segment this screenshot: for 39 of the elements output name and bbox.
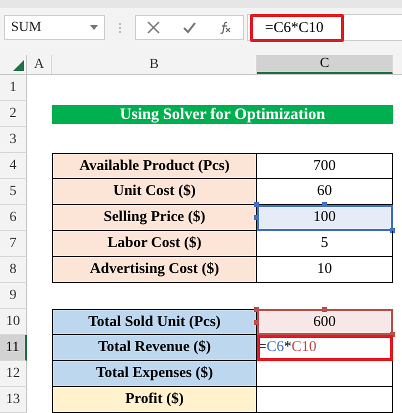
cancel-icon[interactable] xyxy=(147,21,160,34)
table-cell: Profit ($) xyxy=(52,387,257,413)
checkmark-icon[interactable] xyxy=(182,21,196,34)
dropdown-caret-icon[interactable] xyxy=(90,25,98,30)
select-all-icon[interactable] xyxy=(13,60,24,71)
row-header[interactable]: 13 xyxy=(0,387,27,413)
row-header[interactable]: 9 xyxy=(0,283,27,309)
row-header[interactable]: 12 xyxy=(0,361,27,387)
row-header[interactable]: 8 xyxy=(0,257,27,283)
insert-function-icon[interactable] xyxy=(218,21,232,34)
table-cell: Labor Cost ($) xyxy=(52,231,257,257)
table-cell: Advertising Cost ($) xyxy=(52,257,257,283)
table-cell: Total Revenue ($) xyxy=(52,335,257,361)
column-header[interactable]: C xyxy=(257,55,393,74)
table-cell: 100 xyxy=(257,205,393,231)
table-cell: 600 xyxy=(257,309,393,335)
row-header[interactable]: 2 xyxy=(0,101,27,127)
table-cell: 700 xyxy=(257,153,393,179)
name-box-value: SUM xyxy=(11,20,42,36)
table-cell: Available Product (Pcs) xyxy=(52,153,257,179)
grip-icon xyxy=(118,22,122,34)
row-header[interactable]: 1 xyxy=(0,75,27,101)
formula-field[interactable]: =C6*C10 xyxy=(250,14,344,42)
row-header[interactable]: 10 xyxy=(0,309,27,335)
table-cell: Total Sold Unit (Pcs) xyxy=(52,309,257,335)
row-header[interactable]: 5 xyxy=(0,179,27,205)
table-cell: Total Expenses ($) xyxy=(52,361,257,387)
sheet-title: Using Solver for Optimization xyxy=(52,105,393,124)
row-header[interactable]: 11 xyxy=(0,335,27,361)
row-header[interactable]: 4 xyxy=(0,153,27,179)
row-header[interactable]: 6 xyxy=(0,205,27,231)
row-header[interactable]: 3 xyxy=(0,127,27,153)
table-cell: Unit Cost ($) xyxy=(52,179,257,205)
table-cell: Selling Price ($) xyxy=(52,205,257,231)
table-cell: 5 xyxy=(257,231,393,257)
column-header[interactable]: A xyxy=(27,55,52,74)
table-cell: 10 xyxy=(257,257,393,283)
name-box[interactable]: SUM xyxy=(4,15,105,40)
row-header[interactable]: 7 xyxy=(0,231,27,257)
